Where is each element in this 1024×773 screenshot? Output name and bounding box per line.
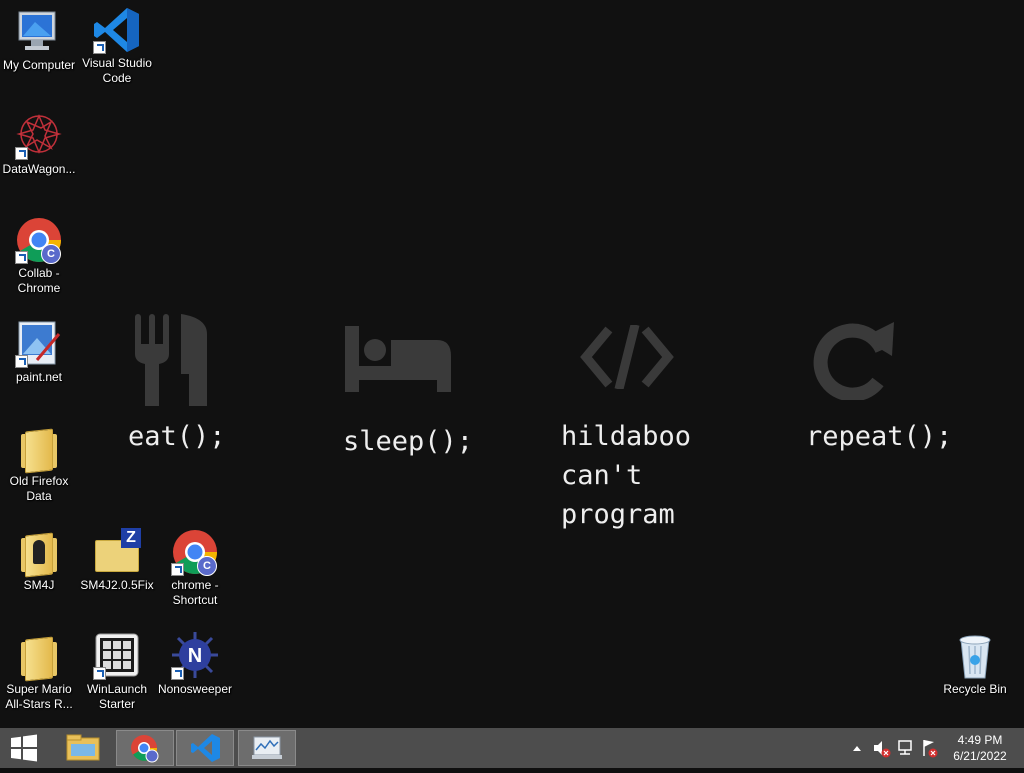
taskbar: 4:49 PM 6/21/2022 <box>0 728 1024 768</box>
chrome-profile-badge: C <box>41 244 61 264</box>
desktop-icon-label: SM4J <box>23 578 55 592</box>
shortcut-arrow-icon <box>15 355 28 368</box>
vscode-icon <box>191 734 220 762</box>
shortcut-arrow-icon <box>15 251 28 264</box>
paintnet-icon <box>15 320 63 368</box>
desktop-icon-datawagon[interactable]: DataWagon... <box>0 112 78 177</box>
desktop-icon-sm4j[interactable]: SM4J <box>0 528 78 593</box>
wallpaper-sleep-text: sleep(); <box>343 426 474 457</box>
taskbar-vscode[interactable] <box>176 730 234 766</box>
start-icon <box>11 734 37 762</box>
refresh-icon <box>813 322 894 400</box>
folder-icon <box>15 424 63 474</box>
vscode-icon <box>93 6 141 54</box>
datawagon-icon <box>15 112 63 160</box>
fork-knife-icon <box>135 314 207 406</box>
desktop-icon-collab-chrome[interactable]: C Collab - Chrome <box>0 216 78 296</box>
desktop-icon-super-mario[interactable]: Super Mario All-Stars R... <box>0 632 78 712</box>
desktop-icon-nonosweeper[interactable]: N Nonosweeper <box>156 632 234 697</box>
taskbar-chrome[interactable] <box>116 730 174 766</box>
desktop-icon-label: chrome - Shortcut <box>171 578 219 607</box>
shortcut-arrow-icon <box>171 667 184 680</box>
desktop-icon-label: Nonosweeper <box>157 682 233 696</box>
network-error-icon <box>898 740 912 755</box>
clock-date: 6/21/2022 <box>953 749 1007 763</box>
chrome-icon <box>131 735 159 763</box>
chrome-icon: C <box>171 528 219 576</box>
desktop-icon-old-firefox-data[interactable]: Old Firefox Data <box>0 424 78 504</box>
shortcut-arrow-icon <box>93 41 106 54</box>
desktop-icon-label: DataWagon... <box>2 162 76 176</box>
action-center-tray-button[interactable] <box>920 728 940 768</box>
start-button[interactable] <box>0 728 48 768</box>
desktop-icon-winlaunch[interactable]: WinLaunch Starter <box>78 632 156 712</box>
file-explorer-icon <box>66 734 100 761</box>
desktop-icon-recycle-bin[interactable]: Recycle Bin <box>936 632 1014 697</box>
taskbar-clock[interactable]: 4:49 PM 6/21/2022 <box>940 732 1020 764</box>
desktop: eat(); sleep(); hildaboo can't program r… <box>0 0 1024 728</box>
shortcut-arrow-icon <box>93 667 106 680</box>
folder-icon <box>15 528 63 578</box>
volume-tray-button[interactable] <box>872 728 892 768</box>
network-tray-button[interactable] <box>896 728 916 768</box>
show-hidden-icons-button[interactable] <box>850 728 864 768</box>
wallpaper-repeat-text: repeat(); <box>806 421 953 452</box>
desktop-icon-chrome-shortcut[interactable]: C chrome - Shortcut <box>156 528 234 608</box>
recycle-bin-icon <box>951 632 999 680</box>
shortcut-arrow-icon <box>15 147 28 160</box>
desktop-icon-sm4j-fix[interactable]: Z SM4J2.0.5Fix <box>78 528 156 593</box>
wallpaper-eat-text: eat(); <box>128 421 226 452</box>
resource-monitor-icon <box>252 736 282 759</box>
desktop-icon-paintnet[interactable]: paint.net <box>0 320 78 385</box>
desktop-icon-my-computer[interactable]: My Computer <box>0 8 78 73</box>
desktop-icon-vscode[interactable]: Visual Studio Code <box>78 6 156 86</box>
taskbar-resource-monitor[interactable] <box>238 730 296 766</box>
desktop-icon-label: SM4J2.0.5Fix <box>80 578 154 592</box>
show-hidden-icons-chevron <box>853 746 861 751</box>
code-icon <box>580 325 674 389</box>
bed-icon <box>345 326 451 392</box>
desktop-icon-label: WinLaunch Starter <box>86 682 148 711</box>
desktop-icon-label: Collab - Chrome <box>17 266 61 295</box>
wallpaper-program-text: hildaboo can't program <box>561 421 692 530</box>
taskbar-file-explorer[interactable] <box>54 730 112 766</box>
folder-icon <box>15 632 63 682</box>
svg-text:N: N <box>188 645 202 667</box>
winlaunch-icon <box>93 632 141 680</box>
desktop-icon-label: My Computer <box>2 58 76 72</box>
desktop-icon-label: Super Mario All-Stars R... <box>5 682 73 711</box>
shortcut-arrow-icon <box>171 563 184 576</box>
nonosweeper-icon: N <box>171 632 219 680</box>
action-center-flag-icon <box>923 740 938 758</box>
chrome-icon: C <box>15 216 63 264</box>
chrome-profile-badge: C <box>197 556 217 576</box>
desktop-icon-label: Visual Studio Code <box>82 56 152 85</box>
volume-muted-icon <box>874 741 891 758</box>
desktop-icon-label: Recycle Bin <box>943 682 1007 696</box>
clock-time: 4:49 PM <box>957 733 1003 747</box>
computer-icon <box>15 8 63 56</box>
zip-folder-icon: Z <box>93 528 141 576</box>
desktop-icon-label: paint.net <box>15 370 63 384</box>
desktop-icon-label: Old Firefox Data <box>9 474 69 503</box>
